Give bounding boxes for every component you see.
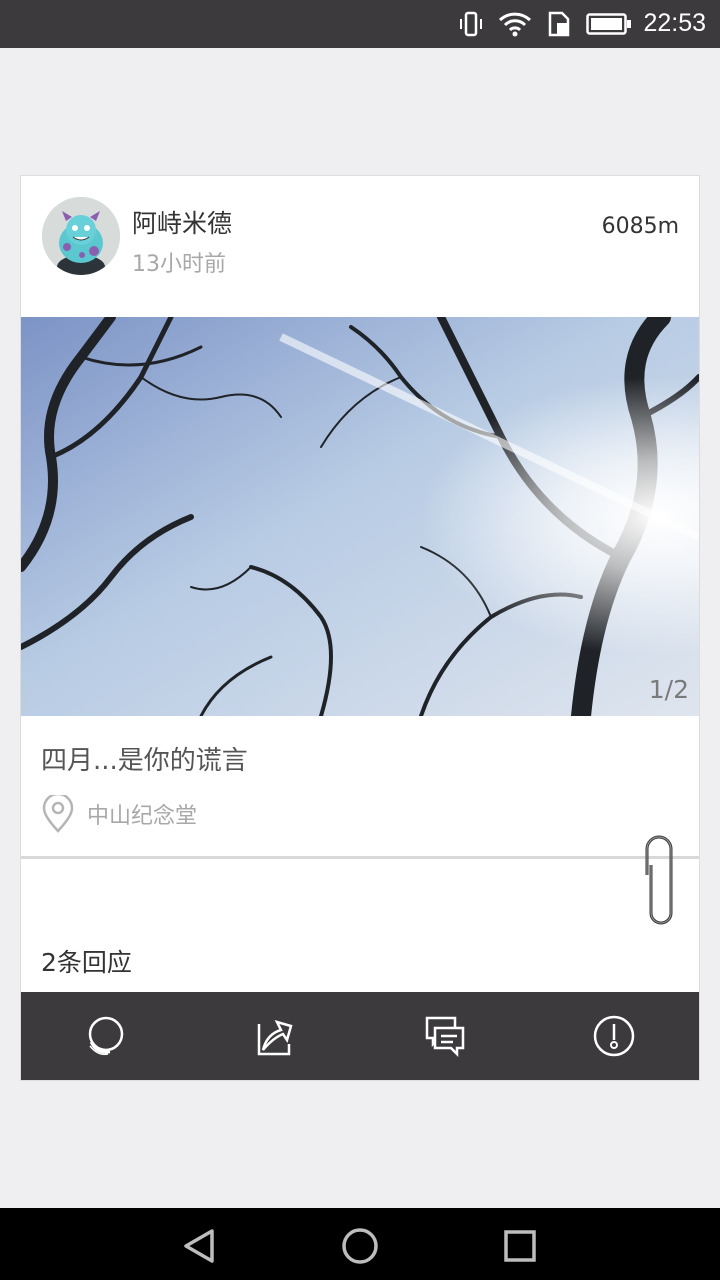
location-label: 中山纪念堂 bbox=[87, 804, 198, 829]
username[interactable]: 阿峙米德 bbox=[132, 204, 232, 240]
home-icon bbox=[342, 1228, 378, 1264]
recents-button[interactable] bbox=[500, 1226, 540, 1266]
clock: 22:53 bbox=[643, 9, 706, 37]
post-photo[interactable]: 1/2 bbox=[21, 317, 699, 716]
replies-count[interactable]: 2条回应 bbox=[41, 943, 132, 979]
location[interactable]: 中山纪念堂 bbox=[41, 794, 197, 834]
distance-label: 6085m bbox=[601, 214, 679, 239]
vibrate-icon bbox=[460, 11, 482, 37]
back-icon bbox=[184, 1229, 214, 1263]
recents-icon bbox=[504, 1230, 536, 1262]
comment-button[interactable] bbox=[360, 992, 530, 1080]
post-caption: 四月...是你的谎言 bbox=[41, 746, 248, 776]
navigation-bar bbox=[0, 1208, 720, 1280]
back-button[interactable] bbox=[180, 1226, 220, 1266]
avatar[interactable] bbox=[42, 197, 120, 275]
sim-icon bbox=[548, 11, 570, 37]
comment-icon bbox=[425, 1016, 464, 1058]
home-button[interactable] bbox=[340, 1226, 380, 1266]
status-bar: 22:53 bbox=[0, 0, 720, 48]
action-bar bbox=[21, 992, 699, 1080]
paperclip-icon bbox=[645, 835, 673, 925]
battery-icon bbox=[586, 13, 631, 35]
like-icon bbox=[88, 1016, 123, 1056]
post-header: 阿峙米德 13小时前 6085m bbox=[21, 176, 699, 316]
post-time: 13小时前 bbox=[132, 252, 226, 277]
image-counter: 1/2 bbox=[648, 675, 689, 704]
share-icon bbox=[258, 1020, 293, 1056]
location-pin-icon bbox=[42, 795, 74, 833]
post-card[interactable]: 阿峙米德 13小时前 6085m 1/2 四月...是你的谎言 中山纪念堂 2条… bbox=[20, 175, 700, 1081]
like-button[interactable] bbox=[21, 992, 191, 1080]
report-button[interactable] bbox=[530, 992, 700, 1080]
report-icon bbox=[594, 1015, 635, 1057]
share-button[interactable] bbox=[191, 992, 361, 1080]
wifi-icon bbox=[498, 12, 532, 37]
divider bbox=[21, 856, 699, 859]
